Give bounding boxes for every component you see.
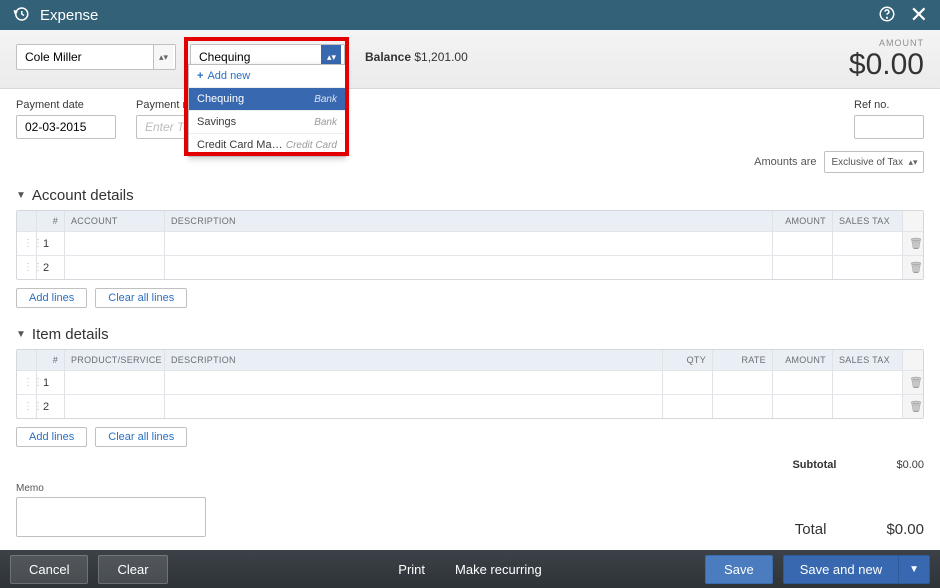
memo-label: Memo [16,483,924,494]
col-amount: AMOUNT [773,211,833,231]
col-description: DESCRIPTION [165,350,663,370]
payee-input[interactable] [17,45,153,69]
item-details-table: # PRODUCT/SERVICE DESCRIPTION QTY RATE A… [16,349,924,419]
dropdown-option-chequing[interactable]: Chequing Bank [189,88,345,111]
col-product: PRODUCT/SERVICE [65,350,165,370]
col-sales-tax: SALES TAX [833,350,903,370]
cancel-button[interactable]: Cancel [10,555,88,584]
clear-button[interactable]: Clear [98,555,167,584]
subtotal-row: Subtotal $0.00 [0,455,940,475]
total-value: $0.00 [886,521,924,538]
table-row[interactable]: ⋮⋮ 1 🗑 [17,370,923,394]
amount-value: $0.00 [849,48,924,82]
trash-icon[interactable]: 🗑 [909,261,923,274]
ref-no-label: Ref no. [854,99,924,111]
make-recurring-link[interactable]: Make recurring [455,562,542,577]
ref-no-input[interactable] [854,115,924,139]
help-icon[interactable] [878,5,896,26]
payment-date-label: Payment date [16,99,116,111]
col-sales-tax: SALES TAX [833,211,903,231]
amount-caption: AMOUNT [849,38,924,48]
save-and-new-button[interactable]: Save and new [783,555,898,584]
item-details-header[interactable]: ▼ Item details [0,316,940,349]
payment-date-input[interactable] [16,115,116,139]
footer-bar: Cancel Clear Print Make recurring Save S… [0,550,940,588]
col-num: # [37,211,65,231]
col-description: DESCRIPTION [165,211,773,231]
payee-select-toggle[interactable]: ▴▾ [153,45,173,69]
plus-icon: + [197,70,203,82]
col-qty: QTY [663,350,713,370]
subtotal-value: $0.00 [896,459,924,471]
trash-icon[interactable]: 🗑 [909,376,923,389]
table-row[interactable]: ⋮⋮ 2 🗑 [17,394,923,418]
history-icon[interactable] [12,5,30,26]
memo-textarea[interactable] [16,497,206,537]
close-icon[interactable]: ✕ [910,4,928,26]
subtotal-label: Subtotal [792,459,836,471]
add-lines-button[interactable]: Add lines [16,427,87,447]
save-button[interactable]: Save [705,555,773,584]
col-amount: AMOUNT [773,350,833,370]
account-details-table: # ACCOUNT DESCRIPTION AMOUNT SALES TAX ⋮… [16,210,924,280]
caret-down-icon: ▼ [16,329,26,340]
dropdown-option-credit-card[interactable]: Credit Card Mastercard (449) Credit Card [189,134,345,156]
account-details-header[interactable]: ▼ Account details [0,177,940,210]
col-num: # [37,350,65,370]
save-dropdown-toggle[interactable]: ▼ [898,555,930,584]
header-row: ▴▾ ▴▾ Balance $1,201.00 AMOUNT $0.00 [0,30,940,89]
table-row[interactable]: ⋮⋮ 2 🗑 [17,255,923,279]
table-row[interactable]: ⋮⋮ 1 🗑 [17,231,923,255]
amount-display: AMOUNT $0.00 [849,38,924,82]
add-lines-button[interactable]: Add lines [16,288,87,308]
dropdown-add-new[interactable]: +Add new [189,65,345,88]
amounts-are-label: Amounts are [754,156,816,168]
tax-row: Amounts are Exclusive of Tax ▴▾ [0,143,940,177]
total-row: Total $0.00 [795,521,924,538]
dropdown-option-savings[interactable]: Savings Bank [189,111,345,134]
caret-down-icon: ▼ [16,190,26,201]
tax-select[interactable]: Exclusive of Tax ▴▾ [824,151,924,173]
col-account: ACCOUNT [65,211,165,231]
fields-row: Payment date Payment method Ref no. [0,89,940,143]
clear-all-lines-button[interactable]: Clear all lines [95,288,187,308]
print-link[interactable]: Print [398,562,425,577]
titlebar: Expense ✕ [0,0,940,30]
clear-all-lines-button[interactable]: Clear all lines [95,427,187,447]
page-title: Expense [40,7,98,24]
col-rate: RATE [713,350,773,370]
balance-label: Balance $1,201.00 [365,50,468,64]
account-dropdown: +Add new Chequing Bank Savings Bank Cred… [188,64,346,157]
trash-icon[interactable]: 🗑 [909,237,923,250]
payee-select[interactable]: ▴▾ [16,44,176,70]
total-label: Total [795,521,827,538]
trash-icon[interactable]: 🗑 [909,400,923,413]
